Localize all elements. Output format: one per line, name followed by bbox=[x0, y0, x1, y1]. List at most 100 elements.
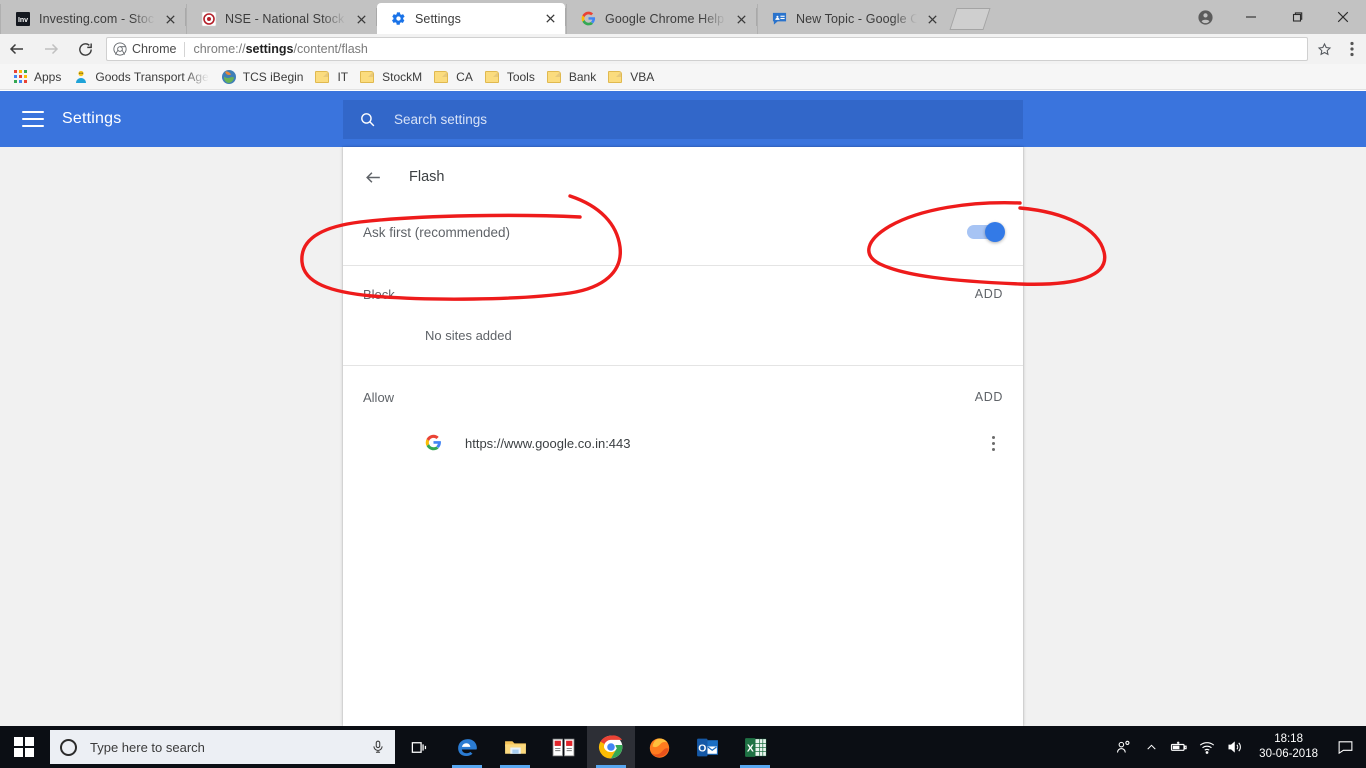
block-section-title: Block bbox=[363, 286, 395, 302]
allow-add-button[interactable]: ADD bbox=[975, 390, 1003, 404]
svg-text:Inv: Inv bbox=[18, 17, 28, 24]
bookmark-goods-transport[interactable]: Goods Transport Age bbox=[69, 66, 216, 88]
search-input[interactable]: Type here to search bbox=[50, 730, 395, 764]
action-center-icon[interactable] bbox=[1328, 726, 1362, 768]
taskbar-app-google-chrome[interactable] bbox=[587, 726, 635, 768]
settings-header: Settings Search settings bbox=[0, 91, 1366, 147]
close-icon[interactable] bbox=[923, 10, 941, 28]
chrome-chip-label: Chrome bbox=[132, 42, 177, 56]
settings-page: Settings Search settings Flash Ask first… bbox=[0, 91, 1366, 726]
list-item[interactable]: https://www.google.co.in:443 bbox=[343, 420, 1023, 466]
allow-section-header: Allow ADD bbox=[343, 366, 1023, 420]
close-button[interactable] bbox=[1320, 0, 1366, 34]
bookmark-apps[interactable]: Apps bbox=[8, 66, 69, 88]
close-icon[interactable] bbox=[732, 10, 750, 28]
chrome-security-chip: Chrome bbox=[113, 42, 176, 56]
site-favicon bbox=[221, 69, 237, 85]
reload-button[interactable] bbox=[68, 34, 102, 64]
svg-text:O: O bbox=[698, 743, 706, 754]
microphone-icon[interactable] bbox=[371, 740, 385, 754]
bookmark-folder-it[interactable]: IT bbox=[311, 66, 356, 88]
bookmark-folder-tools[interactable]: Tools bbox=[481, 66, 543, 88]
kebab-menu-icon[interactable] bbox=[983, 435, 1003, 451]
address-bar[interactable]: Chrome chrome://settings/content/flash bbox=[106, 37, 1308, 61]
tab-title: Google Chrome Help bbox=[605, 12, 725, 26]
speaker-icon[interactable] bbox=[1221, 726, 1249, 768]
clock[interactable]: 18:18 30-06-2018 bbox=[1249, 732, 1328, 762]
flash-toggle[interactable] bbox=[967, 222, 1005, 242]
tab-new-topic[interactable]: New Topic - Google Chro bbox=[757, 4, 947, 34]
folder-icon bbox=[315, 69, 331, 85]
bookmark-tcs-ibegin[interactable]: TCS iBegin bbox=[217, 66, 312, 88]
windows-taskbar: Type here to search O X 18:18 30-06-2018 bbox=[0, 726, 1366, 768]
taskbar-app-mozilla-firefox[interactable] bbox=[635, 726, 683, 768]
minimize-button[interactable] bbox=[1228, 0, 1274, 34]
bookmark-folder-stockm[interactable]: StockM bbox=[356, 66, 430, 88]
folder-icon bbox=[360, 69, 376, 85]
bookmark-label: CA bbox=[456, 69, 473, 84]
settings-card: Flash Ask first (recommended) Block ADD … bbox=[343, 147, 1023, 726]
tab-investing[interactable]: Inv Investing.com - Stock Ma bbox=[0, 4, 185, 34]
start-button[interactable] bbox=[0, 726, 48, 768]
task-view-icon[interactable] bbox=[395, 726, 443, 768]
clock-date: 30-06-2018 bbox=[1259, 748, 1318, 760]
back-button[interactable] bbox=[0, 34, 34, 64]
taskbar-app-microsoft-excel[interactable]: X bbox=[731, 726, 779, 768]
wifi-icon[interactable] bbox=[1193, 726, 1221, 768]
tab-chrome-help[interactable]: Google Chrome Help bbox=[566, 4, 756, 34]
back-arrow-icon[interactable] bbox=[362, 166, 384, 188]
url-text: chrome://settings/content/flash bbox=[193, 42, 367, 56]
block-section-header: Block ADD bbox=[343, 266, 1023, 314]
tab-title: New Topic - Google Chro bbox=[796, 12, 917, 26]
tab-title: Investing.com - Stock Ma bbox=[39, 12, 155, 26]
bookmark-label: VBA bbox=[630, 69, 655, 84]
site-url: https://www.google.co.in:443 bbox=[465, 435, 631, 451]
svg-text:X: X bbox=[746, 743, 753, 754]
battery-charging-icon[interactable] bbox=[1165, 726, 1193, 768]
browser-toolbar: Chrome chrome://settings/content/flash bbox=[0, 34, 1366, 64]
tab-title: Settings bbox=[415, 11, 461, 26]
close-icon[interactable] bbox=[541, 10, 559, 28]
url-bold-segment: settings bbox=[245, 42, 294, 56]
tab-settings[interactable]: Settings bbox=[377, 3, 565, 34]
block-add-button[interactable]: ADD bbox=[975, 287, 1003, 301]
bookmarks-bar: Apps Goods Transport Age TCS iBegin IT S… bbox=[0, 64, 1366, 90]
folder-icon bbox=[434, 69, 450, 85]
url-suffix: /content/flash bbox=[293, 42, 368, 56]
ask-first-label: Ask first (recommended) bbox=[363, 224, 511, 240]
bookmark-folder-vba[interactable]: VBA bbox=[604, 66, 662, 88]
people-icon[interactable] bbox=[1109, 726, 1137, 768]
close-icon[interactable] bbox=[161, 10, 179, 28]
site-favicon bbox=[73, 69, 89, 85]
bookmark-folder-bank[interactable]: Bank bbox=[543, 66, 604, 88]
taskbar-app-microsoft-edge[interactable] bbox=[443, 726, 491, 768]
omnibox-divider bbox=[184, 41, 186, 57]
profile-icon[interactable] bbox=[1182, 0, 1228, 34]
url-prefix: chrome:// bbox=[193, 42, 246, 56]
bookmark-label: Tools bbox=[506, 69, 535, 84]
close-icon[interactable] bbox=[352, 10, 370, 28]
maximize-button[interactable] bbox=[1274, 0, 1320, 34]
cortana-circle-icon bbox=[60, 738, 77, 756]
tab-nse[interactable]: NSE - National Stock Exch bbox=[186, 4, 376, 34]
clock-time: 18:18 bbox=[1274, 733, 1303, 745]
taskbar-app-microsoft-outlook[interactable]: O bbox=[683, 726, 731, 768]
bookmark-label: Apps bbox=[34, 69, 62, 84]
windows-logo-icon bbox=[14, 737, 34, 757]
chevron-up-icon[interactable] bbox=[1137, 726, 1165, 768]
bookmark-folder-ca[interactable]: CA bbox=[430, 66, 481, 88]
chrome-menu-icon[interactable] bbox=[1338, 34, 1366, 64]
tab-title: NSE - National Stock Exch bbox=[225, 12, 346, 26]
page-title: Settings bbox=[62, 110, 122, 127]
taskbar-app-dictionary[interactable] bbox=[539, 726, 587, 768]
new-tab-button[interactable] bbox=[949, 8, 991, 30]
allow-section-title: Allow bbox=[363, 389, 395, 405]
apps-grid-icon bbox=[12, 69, 28, 85]
system-tray: 18:18 30-06-2018 bbox=[1109, 726, 1366, 768]
search-settings-input[interactable]: Search settings bbox=[343, 100, 1023, 139]
hamburger-icon[interactable] bbox=[22, 111, 44, 127]
flash-ask-first-row[interactable]: Ask first (recommended) bbox=[343, 199, 1023, 265]
bookmark-label: IT bbox=[337, 69, 349, 84]
bookmark-star-icon[interactable] bbox=[1310, 37, 1338, 61]
taskbar-app-file-explorer[interactable] bbox=[491, 726, 539, 768]
